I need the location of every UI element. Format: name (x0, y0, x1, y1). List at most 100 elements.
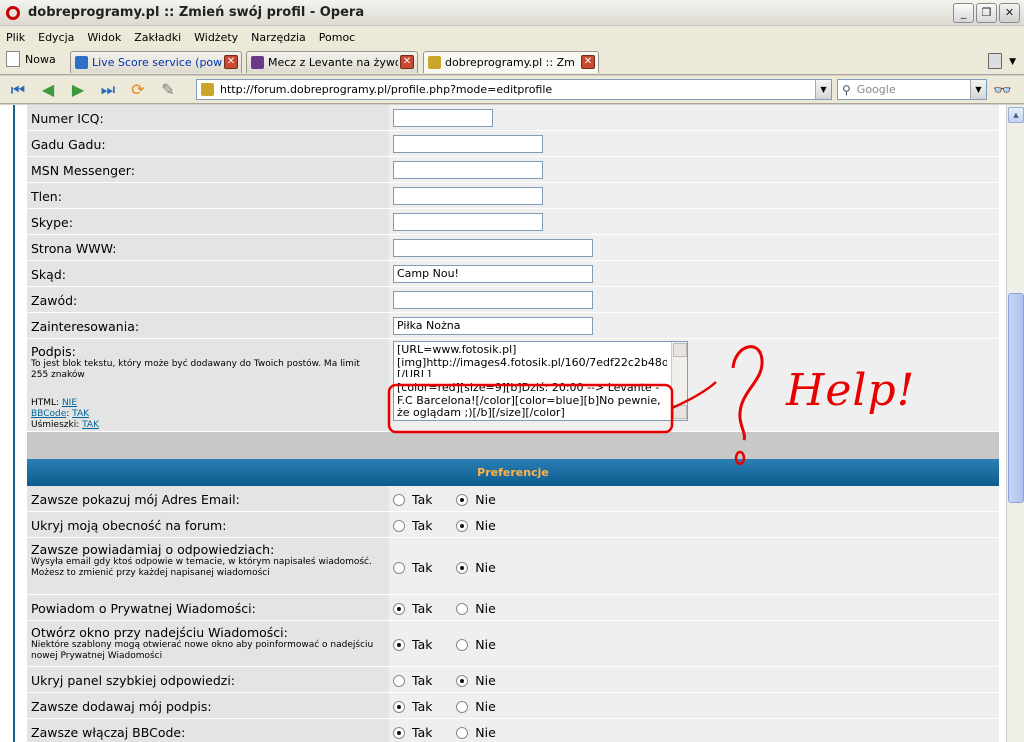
radio-nie[interactable] (456, 602, 469, 615)
textarea-scrollbar[interactable] (671, 342, 687, 420)
interests-input[interactable]: Piłka Nożna (393, 317, 593, 335)
back-icon[interactable]: ◀ (36, 79, 60, 101)
menu-narzedzia[interactable]: Narzędzia (251, 31, 306, 44)
pref-row: Powiadom o Prywatnej Wiadomości: Tak Nie (27, 595, 999, 621)
rewind-icon[interactable]: ⏮ (6, 79, 30, 101)
field-row: Gadu Gadu: (27, 131, 999, 157)
page-icon (75, 56, 88, 69)
radio-nie[interactable] (456, 638, 469, 651)
menu-plik[interactable]: Plik (6, 31, 25, 44)
occupation-input[interactable] (393, 291, 593, 309)
help-annotation: Help! (786, 365, 916, 416)
navigation-bar: ⏮ ◀ ▶ ⏭ ⟳ ✎ http://forum.dobreprogramy.p… (0, 76, 1024, 104)
msn-input[interactable] (393, 161, 543, 179)
close-tab-icon[interactable]: ✕ (224, 55, 238, 69)
close-window-button[interactable]: ✕ (999, 3, 1020, 23)
tab-dobreprogramy[interactable]: dobreprogramy.pl :: Zmi... ✕ (423, 51, 599, 73)
radio-nie[interactable] (456, 726, 469, 739)
section-separator (27, 432, 999, 459)
scroll-up-icon[interactable] (673, 343, 687, 357)
trash-icon[interactable] (988, 53, 1002, 69)
field-label: Tlen: (31, 189, 62, 204)
radio-nie[interactable] (456, 674, 469, 687)
field-row: Zainteresowania: Piłka Nożna (27, 313, 999, 339)
radio-tak[interactable] (393, 638, 405, 651)
gadu-input[interactable] (393, 135, 543, 153)
site-icon (201, 83, 214, 96)
restore-button[interactable]: ❐ (976, 3, 997, 23)
scroll-down-icon[interactable] (673, 405, 687, 419)
pref-label: Ukryj moją obecność na forum: (31, 518, 227, 533)
tab-live-score[interactable]: Live Score service (powe... ✕ (70, 51, 242, 73)
menu-widzety[interactable]: Widżety (194, 31, 238, 44)
field-row: Skype: (27, 209, 999, 235)
radio-nie-label: Nie (475, 601, 496, 616)
tab-label: Live Score service (powe... (92, 56, 222, 69)
radio-nie[interactable] (456, 700, 469, 713)
field-label: Strona WWW: (31, 241, 117, 256)
skype-input[interactable] (393, 213, 543, 231)
search-field[interactable]: ⚲ Google ▼ (837, 79, 987, 100)
radio-tak[interactable] (393, 726, 405, 739)
icq-input[interactable] (393, 109, 493, 127)
menu-zakladki[interactable]: Zakładki (134, 31, 181, 44)
menu-widok[interactable]: Widok (87, 31, 121, 44)
new-tab-button[interactable]: Nowa (6, 51, 56, 67)
radio-tak[interactable] (393, 519, 405, 532)
forward-icon[interactable]: ▶ (66, 79, 90, 101)
reload-icon[interactable]: ⟳ (126, 79, 150, 101)
address-url: http://forum.dobreprogramy.pl/profile.ph… (220, 83, 553, 96)
field-label: Skype: (31, 215, 73, 230)
chevron-down-icon[interactable]: ▼ (1009, 57, 1016, 67)
signature-textarea[interactable]: [URL=www.fotosik.pl][img]http://images4.… (393, 341, 688, 421)
close-tab-icon[interactable]: ✕ (581, 55, 595, 69)
html-status[interactable]: NIE (62, 398, 77, 408)
close-tab-icon[interactable]: ✕ (400, 55, 414, 69)
radio-tak-label: Tak (412, 492, 433, 507)
page-content: Numer ICQ: Gadu Gadu: MSN Messenger: Tle… (0, 105, 1006, 742)
forum-frame: Numer ICQ: Gadu Gadu: MSN Messenger: Tle… (13, 105, 999, 742)
edit-icon[interactable]: ✎ (156, 79, 180, 101)
smilies-status[interactable]: TAK (82, 420, 99, 430)
radio-nie[interactable] (456, 519, 469, 532)
radio-tak-label: Tak (412, 518, 433, 533)
tlen-input[interactable] (393, 187, 543, 205)
fast-forward-icon[interactable]: ⏭ (96, 79, 120, 101)
menu-edycja[interactable]: Edycja (38, 31, 74, 44)
field-row: Zawód: (27, 287, 999, 313)
menu-pomoc[interactable]: Pomoc (319, 31, 355, 44)
pref-row: Zawsze dodawaj mój podpis: Tak Nie (27, 693, 999, 719)
page-scrollbar[interactable]: ▲ (1006, 105, 1024, 742)
chevron-down-icon[interactable]: ▼ (815, 80, 831, 99)
radio-tak[interactable] (393, 602, 405, 615)
radio-tak-label: Tak (412, 699, 433, 714)
website-input[interactable] (393, 239, 593, 257)
new-page-icon (6, 51, 20, 67)
window-controls: _ ❐ ✕ (953, 3, 1020, 23)
radio-tak[interactable] (393, 700, 405, 713)
chevron-down-icon[interactable]: ▼ (970, 80, 986, 99)
radio-tak[interactable] (393, 493, 405, 506)
field-label: Numer ICQ: (31, 111, 104, 126)
pref-label: Ukryj panel szybkiej odpowiedzi: (31, 673, 236, 688)
signature-text-bottom: [color=red][size=9][b]Dziś: 20:00 --> Le… (397, 381, 661, 419)
pref-label: Zawsze dodawaj mój podpis: (31, 699, 212, 714)
tab-mecz[interactable]: Mecz z Levante na żywo ... ✕ (246, 51, 418, 73)
radio-nie-label: Nie (475, 560, 496, 575)
radio-tak-label: Tak (412, 673, 433, 688)
radio-tak-label: Tak (412, 601, 433, 616)
location-input[interactable]: Camp Nou! (393, 265, 593, 283)
glasses-icon[interactable]: 👓 (993, 81, 1012, 99)
scroll-thumb[interactable] (1008, 293, 1024, 503)
address-bar[interactable]: http://forum.dobreprogramy.pl/profile.ph… (196, 79, 832, 100)
scroll-up-icon[interactable]: ▲ (1008, 107, 1024, 123)
radio-nie[interactable] (456, 561, 469, 574)
bbcode-link[interactable]: BBCode (31, 409, 66, 419)
radio-tak[interactable] (393, 561, 405, 574)
radio-tak[interactable] (393, 674, 405, 687)
opera-logo-icon (6, 5, 20, 20)
pref-note: Niektóre szablony mogą otwierać nowe okn… (31, 640, 374, 661)
minimize-button[interactable]: _ (953, 3, 974, 23)
bbcode-status[interactable]: TAK (72, 409, 89, 419)
radio-nie[interactable] (456, 493, 469, 506)
